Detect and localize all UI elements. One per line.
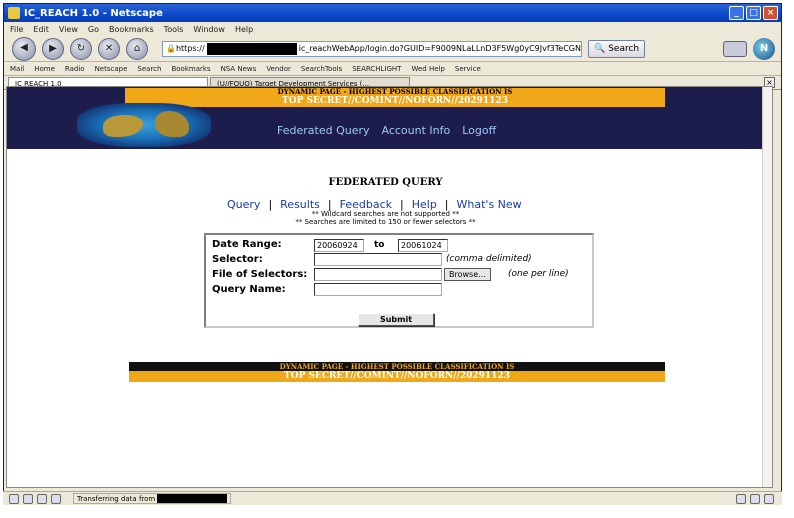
- close-button[interactable]: ×: [763, 6, 778, 20]
- selector-limit-note: ** Searches are limited to 150 or fewer …: [295, 218, 476, 226]
- composer-icon[interactable]: [51, 493, 61, 504]
- selector-hint: (comma delimited): [446, 254, 532, 264]
- forward-arrow-icon[interactable]: ▶: [42, 37, 64, 60]
- bookmark-item[interactable]: Mail: [10, 65, 24, 73]
- status-right-icons: [736, 493, 782, 504]
- home-icon[interactable]: ⌂: [126, 37, 148, 60]
- window-title: IC_REACH 1.0 - Netscape: [24, 7, 163, 19]
- footer-classification-line2: TOP SECRET//COMINT//NOFORN//20291123: [129, 371, 665, 382]
- bookmark-item[interactable]: Radio: [65, 65, 85, 73]
- file-hint: (one per line): [508, 269, 569, 279]
- lock-icon: 🔒: [166, 44, 176, 53]
- reload-icon[interactable]: ↻: [70, 37, 92, 60]
- security-icon: [750, 493, 760, 504]
- maximize-button[interactable]: □: [746, 6, 761, 20]
- page-title: FEDERATED QUERY: [328, 177, 443, 188]
- menu-bookmarks[interactable]: Bookmarks: [109, 25, 154, 34]
- to-label: to: [374, 240, 385, 250]
- resize-grip-icon[interactable]: [764, 493, 774, 504]
- vertical-scrollbar[interactable]: [762, 87, 772, 487]
- toolbar-right: N: [723, 37, 781, 60]
- menu-go[interactable]: Go: [88, 25, 99, 34]
- url-field[interactable]: 🔒 https:// ic_reachWebApp/login.do?GUID=…: [162, 40, 582, 57]
- menu-file[interactable]: File: [10, 25, 23, 34]
- status-bar: Transferring data from: [3, 491, 782, 505]
- navigation-toolbar: ◀ ▶ ↻ ✕ ⌂ 🔒 https:// ic_reachWebApp/logi…: [4, 36, 781, 62]
- bookmark-item[interactable]: NSA News: [221, 65, 257, 73]
- query-name-field[interactable]: [314, 283, 442, 296]
- globe-land: [103, 115, 143, 137]
- bookmark-item[interactable]: SEARCHLIGHT: [352, 65, 401, 73]
- date-to-field[interactable]: 20061024: [398, 239, 448, 252]
- search-icon: 🔍: [594, 43, 606, 54]
- date-from-field[interactable]: 20060924: [314, 239, 364, 252]
- page-header: DYNAMIC PAGE - HIGHEST POSSIBLE CLASSIFI…: [7, 87, 764, 149]
- page-content: DYNAMIC PAGE - HIGHEST POSSIBLE CLASSIFI…: [6, 86, 773, 488]
- bookmark-item[interactable]: Wed Help: [411, 65, 444, 73]
- title-bar: IC_REACH 1.0 - Netscape _ □ ×: [4, 4, 781, 22]
- date-range-label: Date Range:: [212, 239, 282, 250]
- globe-land: [155, 111, 189, 137]
- bookmark-item[interactable]: SearchTools: [301, 65, 342, 73]
- status-text: Transferring data from: [77, 494, 156, 503]
- menu-help[interactable]: Help: [235, 25, 253, 34]
- file-of-selectors-label: File of Selectors:: [212, 269, 308, 280]
- query-form: Date Range: 20060924 to 20061024 Selecto…: [204, 233, 594, 328]
- classification-banner-line2: TOP SECRET//COMINT//NOFORN//20291123: [125, 96, 665, 107]
- status-text-panel: Transferring data from: [73, 493, 232, 504]
- wildcard-note: ** Wildcard searches are not supported *…: [311, 210, 460, 218]
- menu-view[interactable]: View: [59, 25, 78, 34]
- lock-status-icon: [37, 493, 47, 504]
- menu-edit[interactable]: Edit: [33, 25, 49, 34]
- footer-classification-line1: DYNAMIC PAGE - HIGHEST POSSIBLE CLASSIFI…: [129, 362, 665, 371]
- logoff-link[interactable]: Logoff: [462, 124, 496, 137]
- redaction-bar: [206, 42, 297, 55]
- classification-banner-line1: DYNAMIC PAGE - HIGHEST POSSIBLE CLASSIFI…: [125, 88, 665, 96]
- query-name-label: Query Name:: [212, 284, 286, 295]
- mail-icon[interactable]: [23, 493, 33, 504]
- file-path-field[interactable]: [314, 268, 442, 281]
- bookmark-item[interactable]: Vendor: [266, 65, 291, 73]
- redaction-bar: [157, 494, 228, 503]
- connection-icon: [736, 493, 746, 504]
- globe-image: [77, 103, 211, 147]
- submit-button[interactable]: Submit: [358, 313, 434, 326]
- bookmark-item[interactable]: Home: [34, 65, 55, 73]
- app-icon: [8, 7, 20, 19]
- selector-label: Selector:: [212, 254, 263, 265]
- bookmark-item[interactable]: Bookmarks: [171, 65, 210, 73]
- stop-icon[interactable]: ✕: [98, 37, 120, 60]
- federated-query-link[interactable]: Federated Query: [277, 124, 370, 137]
- selector-field[interactable]: [314, 253, 442, 266]
- bookmark-item[interactable]: Service: [455, 65, 481, 73]
- bookmark-item[interactable]: Netscape: [95, 65, 128, 73]
- back-arrow-icon[interactable]: ◀: [12, 36, 36, 61]
- netscape-logo-icon: N: [753, 37, 775, 60]
- minimize-button[interactable]: _: [729, 6, 744, 20]
- menu-bar: File Edit View Go Bookmarks Tools Window…: [4, 22, 781, 36]
- print-icon[interactable]: [723, 40, 747, 57]
- search-button-label: Search: [608, 43, 640, 54]
- navigator-icon[interactable]: [9, 493, 19, 504]
- url-suffix: ic_reachWebApp/login.do?GUID=F9009NLaLLn…: [298, 44, 581, 53]
- menu-window[interactable]: Window: [193, 25, 225, 34]
- search-button[interactable]: 🔍 Search: [588, 39, 646, 58]
- header-nav: Federated Query Account Info Logoff: [277, 124, 496, 137]
- menu-tools[interactable]: Tools: [164, 25, 184, 34]
- window-controls: _ □ ×: [729, 6, 781, 20]
- browse-button[interactable]: Browse...: [444, 268, 491, 281]
- bookmarks-toolbar: Mail Home Radio Netscape Search Bookmark…: [4, 62, 781, 76]
- url-prefix: https://: [175, 44, 205, 53]
- account-info-link[interactable]: Account Info: [382, 124, 451, 137]
- bookmark-item[interactable]: Search: [137, 65, 161, 73]
